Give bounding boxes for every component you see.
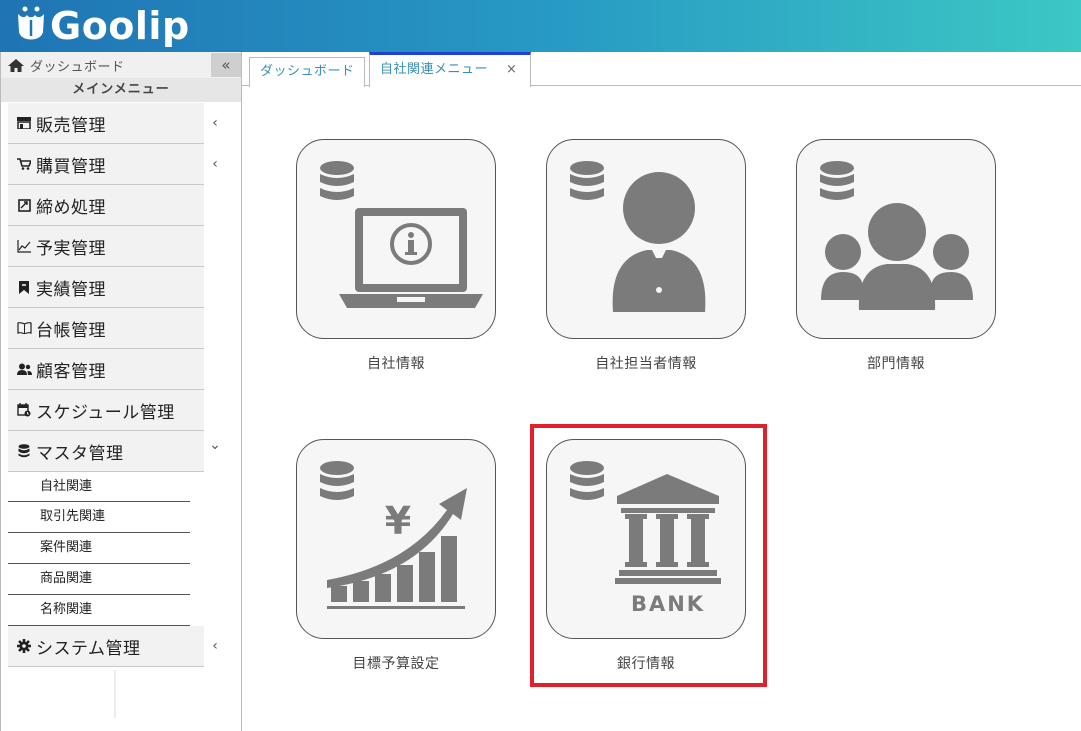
chevron-down-icon[interactable]: ⌄ — [208, 437, 222, 453]
sidebar-item-ledger[interactable]: 台帳管理 — [8, 308, 204, 349]
app-logo[interactable]: Goolip — [16, 4, 190, 48]
tile-label: 目標予算設定 — [352, 656, 440, 672]
sidebar-title: メインメニュー — [1, 78, 241, 102]
sidebar-item-label: 購買管理 — [36, 156, 106, 177]
yen-glyph: ¥ — [385, 499, 411, 543]
sidebar: ダッシュボード « メインメニュー 販売管理 ‹ 購買管理 ‹ 締め処理 予実管… — [0, 52, 242, 731]
checkbox-icon — [16, 197, 32, 213]
sidebar-menu: 販売管理 ‹ 購買管理 ‹ 締め処理 予実管理 実績管理 台帳管理 顧客管理 ス… — [8, 103, 241, 667]
tile-label: 自社情報 — [367, 356, 425, 372]
app-header: Goolip — [0, 0, 1081, 52]
tile-staff-info[interactable] — [546, 139, 746, 339]
sidebar-item-master[interactable]: マスタ管理 ⌄ — [8, 431, 221, 472]
calendar-icon — [16, 402, 32, 418]
sidebar-item-label: 顧客管理 — [36, 361, 106, 382]
users-icon — [16, 361, 32, 377]
chevron-left-icon[interactable]: ‹ — [208, 156, 222, 172]
sidebar-item-purchasing[interactable]: 購買管理 ‹ — [8, 144, 218, 185]
close-icon[interactable]: × — [506, 55, 517, 85]
home-icon — [8, 59, 24, 72]
person-icon — [570, 161, 706, 312]
sidebar-item-budget-actual[interactable]: 予実管理 — [8, 226, 204, 267]
sidebar-item-results[interactable]: 実績管理 — [8, 267, 204, 308]
tile-budget-target[interactable]: ¥ — [296, 439, 496, 639]
sidebar-item-schedule[interactable]: スケジュール管理 — [8, 390, 204, 431]
sidebar-top-bar: ダッシュボード « — [1, 52, 241, 78]
tab-bar: ダッシュボード 自社関連メニュー × — [242, 52, 1081, 87]
tile-label: 自社担当者情報 — [595, 356, 697, 372]
tile-label: 部門情報 — [867, 356, 925, 372]
tab-company-menu[interactable]: 自社関連メニュー × — [369, 52, 531, 87]
submenu-item-partners[interactable]: 取引先関連 — [8, 502, 190, 533]
sidebar-item-system[interactable]: システム管理 ‹ — [8, 626, 218, 667]
tulip-logo-icon — [18, 6, 44, 40]
bookmark-icon — [16, 279, 32, 295]
sidebar-item-label: 締め処理 — [36, 197, 106, 218]
sidebar-dashboard-label: ダッシュボード — [30, 60, 125, 75]
gear-icon — [16, 638, 32, 654]
sidebar-item-label: 台帳管理 — [36, 320, 106, 341]
sidebar-item-label: 予実管理 — [36, 238, 106, 259]
sidebar-dashboard-link[interactable]: ダッシュボード — [7, 56, 125, 75]
submenu-item-projects[interactable]: 案件関連 — [8, 533, 190, 564]
sidebar-item-customers[interactable]: 顧客管理 — [8, 349, 204, 390]
chevron-left-icon[interactable]: ‹ — [208, 115, 222, 131]
group-icon — [820, 161, 973, 310]
yen-growth-chart-icon: ¥ — [320, 461, 467, 609]
tab-dashboard[interactable]: ダッシュボード — [249, 57, 365, 87]
app-logo-text: Goolip — [50, 4, 190, 48]
sidebar-item-label: システム管理 — [36, 638, 141, 659]
sidebar-scrollbar[interactable] — [114, 670, 116, 718]
tile-company-info[interactable] — [296, 139, 496, 339]
sidebar-item-label: 販売管理 — [36, 115, 106, 136]
laptop-info-icon — [320, 161, 483, 308]
store-icon — [16, 115, 32, 131]
database-icon — [16, 443, 32, 459]
sidebar-item-label: マスタ管理 — [36, 443, 124, 464]
cart-icon — [16, 156, 32, 172]
sidebar-item-sales[interactable]: 販売管理 ‹ — [8, 103, 218, 144]
highlight-frame — [530, 424, 767, 687]
master-submenu: 自社関連 取引先関連 案件関連 商品関連 名称関連 — [8, 472, 190, 626]
tab-label: 自社関連メニュー — [380, 62, 489, 77]
submenu-item-names[interactable]: 名称関連 — [8, 595, 190, 626]
line-chart-icon — [16, 238, 32, 254]
sidebar-item-label: スケジュール管理 — [36, 402, 175, 423]
sidebar-item-label: 実績管理 — [36, 279, 106, 300]
submenu-item-products[interactable]: 商品関連 — [8, 564, 190, 595]
book-icon — [16, 320, 32, 336]
chevron-left-icon[interactable]: ‹ — [208, 638, 222, 654]
tile-department-info[interactable] — [796, 139, 996, 339]
sidebar-item-closing[interactable]: 締め処理 — [8, 185, 204, 226]
sidebar-collapse-button[interactable]: « — [211, 53, 241, 77]
submenu-item-company[interactable]: 自社関連 — [8, 472, 190, 502]
